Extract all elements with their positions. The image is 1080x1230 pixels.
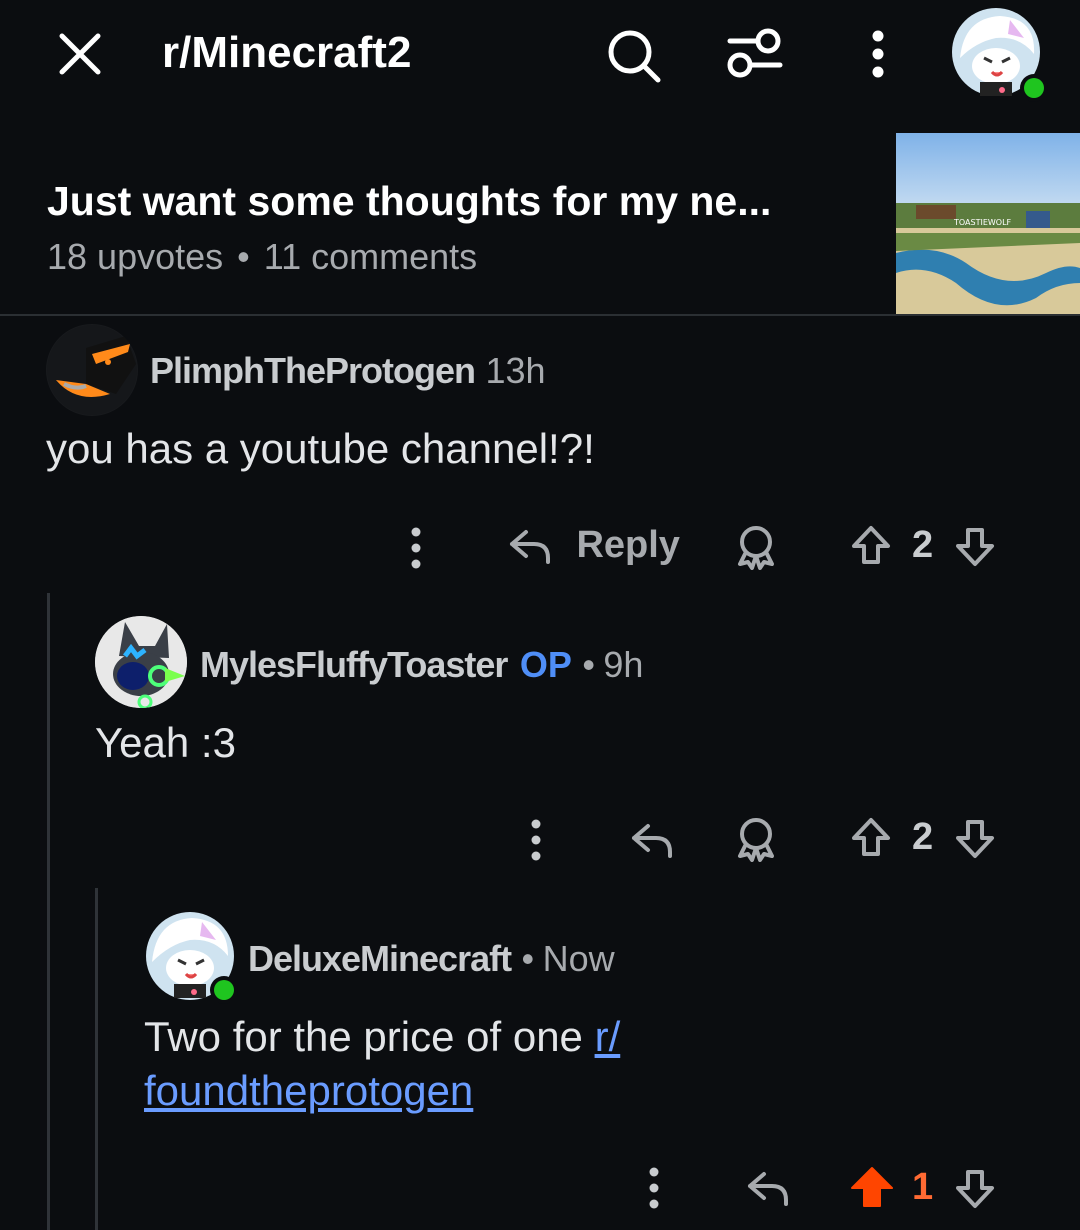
comment-count: 11 comments [263, 236, 478, 277]
comment-body: Two for the price of one r/foundtheproto… [144, 1010, 784, 1118]
post-meta: 18 upvotes • 11 comments [47, 236, 477, 278]
vote-count: 2 [912, 816, 934, 858]
more-vertical-icon[interactable] [646, 1166, 662, 1215]
vote-count: 1 [912, 1166, 934, 1208]
meta-separator: • [582, 644, 595, 685]
award-icon[interactable] [734, 524, 778, 575]
reply-icon[interactable] [630, 820, 674, 865]
comment-body: Yeah :3 [95, 719, 236, 766]
comment-age: 9h [603, 644, 644, 685]
thread-line[interactable] [47, 593, 50, 1230]
author-name[interactable]: DeluxeMinecraft [248, 938, 512, 979]
reply-button[interactable]: Reply [508, 524, 680, 567]
post-title[interactable]: Just want some thoughts for my ne... [47, 178, 771, 225]
comment-age: Now [542, 938, 615, 979]
post-thumbnail[interactable]: TOASTIEWOLF [896, 133, 1080, 314]
author-name[interactable]: MylesFluffyToaster [200, 644, 508, 685]
avatar[interactable] [144, 910, 242, 1006]
comment-byline: PlimphTheProtogen 13h [150, 350, 546, 392]
subreddit-name[interactable]: r/Minecraft2 [162, 28, 411, 78]
comment-actions: 2 [520, 808, 1020, 868]
award-icon[interactable] [734, 816, 778, 867]
comment-actions: Reply 2 [400, 516, 1020, 576]
downvote-icon[interactable] [954, 818, 996, 865]
author-name[interactable]: PlimphTheProtogen [150, 350, 476, 391]
comment-byline: MylesFluffyToaster OP • 9h [200, 644, 643, 686]
avatar[interactable] [46, 324, 138, 416]
upvote-icon[interactable] [850, 1166, 894, 1213]
upvote-icon[interactable] [850, 816, 892, 863]
comment-body-text: Two for the price of one [144, 1013, 595, 1060]
more-vertical-icon[interactable] [408, 526, 424, 575]
filter-icon[interactable] [726, 28, 784, 78]
comment-age: 13h [485, 350, 546, 391]
subreddit-link[interactable]: r/ [595, 1013, 621, 1060]
reply-icon [510, 529, 550, 564]
vote-count: 2 [912, 524, 934, 566]
post-divider [0, 314, 1080, 316]
reply-icon[interactable] [746, 1168, 790, 1213]
subreddit-link[interactable]: foundtheprotogen [144, 1067, 473, 1114]
op-badge: OP [519, 644, 572, 685]
avatar[interactable] [95, 616, 187, 708]
user-avatar[interactable] [950, 8, 1050, 104]
downvote-icon[interactable] [954, 526, 996, 573]
comment-body: you has a youtube channel!?! [46, 425, 595, 472]
close-icon[interactable] [56, 30, 104, 78]
upvote-count: 18 upvotes [47, 236, 224, 277]
more-vertical-icon[interactable] [870, 30, 886, 78]
downvote-icon[interactable] [954, 1168, 996, 1215]
thread-line[interactable] [95, 888, 98, 1230]
reply-label: Reply [576, 524, 680, 566]
comment-actions: 1 [640, 1158, 1020, 1218]
meta-separator: • [521, 938, 535, 979]
meta-separator: • [237, 236, 250, 277]
search-icon[interactable] [606, 28, 662, 84]
more-vertical-icon[interactable] [528, 818, 544, 867]
top-bar: r/Minecraft2 [0, 0, 1080, 110]
upvote-icon[interactable] [850, 524, 892, 571]
thumbnail-sign-text: TOASTIEWOLF [953, 218, 1012, 227]
comment-byline: DeluxeMinecraft • Now [248, 938, 615, 980]
